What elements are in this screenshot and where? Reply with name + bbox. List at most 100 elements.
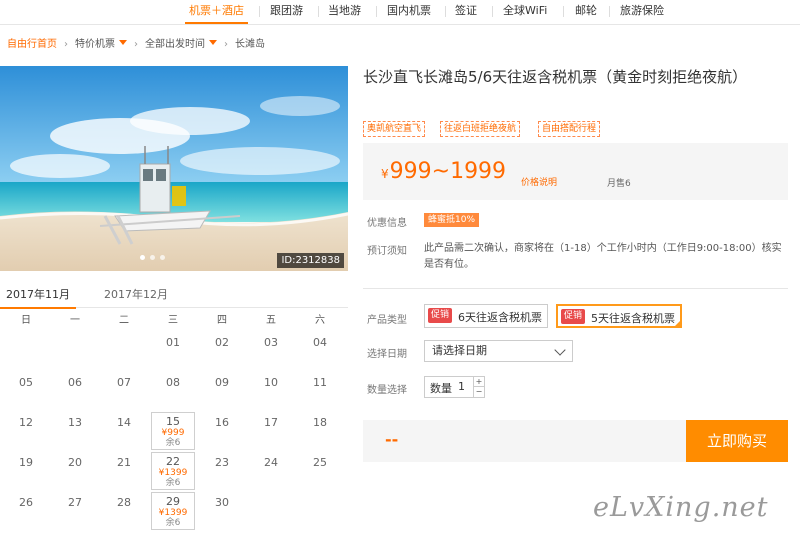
nav-divider [492,6,493,17]
breadcrumb-cheap-flights[interactable]: 特价机票 [75,38,127,52]
date-label: 选择日期 [367,349,407,360]
breadcrumb-cheap-flights-label: 特价机票 [75,39,115,50]
calendar-day-number: 21 [117,456,131,469]
nav-item-cruise[interactable]: 邮轮 [575,0,597,24]
nav-divider [318,6,319,17]
product-photo[interactable]: ID:2312838 [0,66,348,271]
tab-month-nov[interactable]: 2017年11月 [0,286,76,309]
calendar-day: 28 [102,492,146,530]
calendar-day-remaining: 余6 [165,438,181,448]
calendar-day-number: 27 [68,496,82,509]
price-value: 999~1999 [389,159,507,184]
calendar-day: 16 [200,412,244,450]
selected-check-icon [673,319,682,328]
calendar-day-bookable[interactable]: 15 ¥999 余6 [151,412,195,450]
tab-month-dec[interactable]: 2017年12月 [104,286,168,308]
carousel-dot[interactable] [140,255,145,260]
carousel-dot[interactable] [160,255,165,260]
product-tag: 自由搭配行程 [538,121,601,137]
calendar-month-tabs: 2017年11月 2017年12月 [0,284,348,309]
calendar-day: 12 [4,412,48,450]
quantity-decrease-button[interactable]: − [474,387,484,397]
calendar-day: 09 [200,372,244,410]
quantity-increase-button[interactable]: + [474,377,484,387]
product-title: 长沙直飞长滩岛5/6天往返含税机票（黄金时刻拒绝夜航） [363,68,748,86]
calendar-day-number: 02 [215,336,229,349]
nav-item-flight-hotel[interactable]: 机票＋酒店 [185,0,248,24]
section-divider [363,288,788,289]
calendar-day-number: 08 [166,376,180,389]
calendar-day-number: 05 [19,376,33,389]
carousel-dot[interactable] [150,255,155,260]
calendar-day: 06 [53,372,97,410]
option-label: 6天往返含税机票 [458,311,542,324]
breadcrumb-arrow-icon: › [224,39,228,50]
calendar-day-remaining: 余6 [165,518,181,528]
chevron-down-icon [554,344,566,356]
calendar-day-number: 24 [264,456,278,469]
quantity-value[interactable]: 1 [458,380,465,393]
breadcrumb-current: 长滩岛 [235,39,265,50]
coupon-badge: 蜂蜜抵10% [424,213,480,227]
option-5-day[interactable]: 促销 5天往返含税机票 [556,304,682,328]
buy-bar: -- 立即购买 [363,420,788,462]
price-box: ¥999~1999 价格说明 月售6 [363,143,788,200]
buy-now-button[interactable]: 立即购买 [686,420,788,462]
product-tag: 奥凯航空直飞 [363,121,426,137]
option-6-day[interactable]: 促销 6天往返含税机票 [424,304,548,328]
calendar-day-number: 17 [264,416,278,429]
currency-symbol: ¥ [381,167,389,181]
calendar-day: 26 [4,492,48,530]
calendar-day-number: 22 [166,455,180,468]
calendar-day-number: 07 [117,376,131,389]
total-price: -- [385,430,399,449]
calendar-day: 27 [53,492,97,530]
weekday-label: 一 [70,315,80,326]
weekday-label: 四 [217,315,227,326]
calendar-day-number: 18 [313,416,327,429]
calendar-day: 18 [298,412,342,450]
calendar-day-number: 28 [117,496,131,509]
breadcrumb-departure-time[interactable]: 全部出发时间 [145,38,217,52]
calendar-day-number: 04 [313,336,327,349]
calendar-day-number: 11 [313,376,327,389]
calendar-day-number: 29 [166,495,180,508]
caret-down-icon [209,40,217,45]
calendar-day-bookable[interactable]: 29 ¥1399 余6 [151,492,195,530]
calendar-day: 04 [298,332,342,370]
calendar-day: 03 [249,332,293,370]
calendar-day: 25 [298,452,342,490]
top-nav: 机票＋酒店 跟团游 当地游 国内机票 签证 全球WiFi 邮轮 旅游保险 [0,0,800,25]
calendar-day: 20 [53,452,97,490]
calendar-day-remaining: 余6 [165,478,181,488]
nav-item-local-tour[interactable]: 当地游 [328,0,361,24]
nav-item-group-tour[interactable]: 跟团游 [270,0,303,24]
nav-item-wifi[interactable]: 全球WiFi [503,0,547,24]
breadcrumb-arrow-icon: › [64,39,68,50]
promo-badge: 促销 [561,309,586,324]
notice-label: 预订须知 [367,246,407,257]
nav-divider [563,6,564,17]
price-range: ¥999~1999 [381,159,506,184]
breadcrumb-home[interactable]: 自由行首页 [7,38,57,52]
calendar-day-bookable[interactable]: 22 ¥1399 余6 [151,452,195,490]
calendar-day-number: 14 [117,416,131,429]
calendar-day-number: 12 [19,416,33,429]
nav-item-insurance[interactable]: 旅游保险 [620,0,664,24]
calendar-day-number: 26 [19,496,33,509]
date-select-value: 请选择日期 [432,344,487,357]
calendar-day: 13 [53,412,97,450]
beach-boat-photo [0,66,348,271]
nav-item-visa[interactable]: 签证 [455,0,477,24]
weekday-label: 日 [21,315,31,326]
calendar-day: 17 [249,412,293,450]
caret-down-icon [119,40,127,45]
calendar-day-number: 23 [215,456,229,469]
price-note-link[interactable]: 价格说明 [521,175,557,188]
date-select[interactable]: 请选择日期 [424,340,573,362]
calendar-day-number: 19 [19,456,33,469]
nav-item-domestic-flight[interactable]: 国内机票 [387,0,431,24]
calendar-day: 07 [102,372,146,410]
breadcrumb-arrow-icon: › [134,39,138,50]
calendar-day-number: 03 [264,336,278,349]
